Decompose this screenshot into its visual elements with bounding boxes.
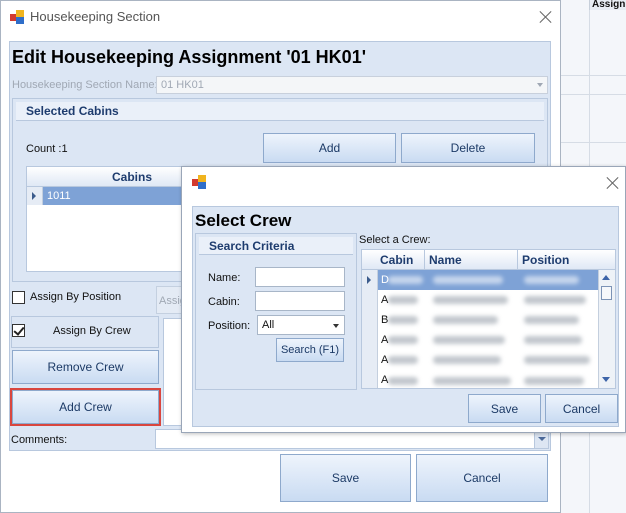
redacted-text — [433, 296, 508, 304]
row-indicator — [27, 187, 43, 205]
redacted-text — [433, 316, 498, 324]
redacted-text — [388, 356, 418, 364]
redacted-text — [388, 296, 418, 304]
background-grid-line — [561, 142, 626, 143]
section-name-select: 01 HK01 — [156, 76, 548, 94]
select-crew-title: Select Crew — [195, 211, 292, 230]
search-button[interactable]: Search (F1) — [276, 338, 344, 362]
comments-label: Comments: — [11, 434, 68, 446]
redacted-text — [388, 336, 418, 344]
redacted-text — [388, 276, 423, 284]
background-column-header: Assign — [589, 0, 626, 10]
crew-save-button-label: Save — [490, 401, 519, 416]
scrollbar-thumb[interactable] — [601, 286, 612, 300]
table-row[interactable]: A — [378, 370, 599, 388]
add-cabin-button-label: Add — [318, 141, 341, 155]
save-button-label: Save — [331, 471, 360, 485]
redacted-text — [433, 276, 503, 284]
scroll-up-icon[interactable] — [602, 275, 610, 280]
background-grid-line — [561, 75, 626, 76]
column-divider — [424, 250, 425, 269]
section-name-label: Housekeeping Section Name: — [12, 79, 158, 91]
position-column-header[interactable]: Position — [522, 253, 569, 267]
title-bar: Housekeeping Section — [1, 1, 560, 32]
crew-grid-header: Cabin Name Position — [362, 250, 615, 270]
table-row[interactable]: A — [378, 290, 599, 310]
selected-cabins-title: Selected Cabins — [16, 102, 544, 121]
cabin-input[interactable] — [255, 291, 345, 311]
search-criteria-group: Search Criteria Name: Cabin: Position: A… — [195, 233, 357, 390]
add-cabin-button[interactable]: Add — [263, 133, 396, 163]
redacted-text — [524, 336, 582, 344]
save-button[interactable]: Save — [280, 454, 411, 502]
select-crew-window: Select Crew Search Criteria Name: Cabin:… — [181, 166, 626, 433]
app-icon — [192, 175, 206, 189]
cabins-column-header[interactable]: Cabins — [112, 170, 152, 184]
cancel-button-label: Cancel — [463, 471, 501, 485]
chevron-down-icon — [333, 324, 339, 328]
chevron-right-icon — [367, 276, 371, 284]
cabin-cell: 1011 — [47, 190, 71, 202]
assign-by-position-checkbox[interactable] — [12, 291, 25, 304]
scroll-down-icon[interactable] — [602, 377, 610, 382]
cancel-button[interactable]: Cancel — [416, 454, 548, 502]
redacted-text — [524, 296, 586, 304]
cabin-label: Cabin: — [208, 296, 240, 308]
crew-save-button[interactable]: Save — [468, 394, 541, 423]
section-name-row: Housekeeping Section Name: 01 HK01 — [12, 76, 548, 94]
name-input[interactable] — [255, 267, 345, 287]
redacted-text — [388, 377, 418, 385]
delete-cabin-button-label: Delete — [450, 141, 486, 155]
table-row[interactable]: B — [378, 310, 599, 330]
close-icon[interactable] — [606, 176, 620, 190]
page-title: Edit Housekeeping Assignment '01 HK01' — [12, 47, 366, 67]
select-a-crew-label: Select a Crew: — [359, 234, 431, 246]
crew-cancel-button[interactable]: Cancel — [545, 394, 618, 423]
crew-grid-scrollbar[interactable] — [598, 270, 615, 388]
cabin-count-label: Count :1 — [26, 143, 68, 155]
chevron-down-icon — [537, 83, 543, 87]
redacted-text — [524, 276, 579, 284]
remove-crew-button[interactable]: Remove Crew — [12, 350, 159, 384]
add-crew-highlight — [10, 388, 161, 426]
select-crew-panel: Select Crew Search Criteria Name: Cabin:… — [192, 206, 619, 427]
position-label: Position: — [208, 320, 251, 332]
row-indicator-column — [362, 270, 378, 388]
background-grid-line — [561, 94, 626, 95]
table-row[interactable]: A — [378, 330, 599, 350]
search-criteria-title: Search Criteria — [199, 237, 353, 255]
table-row[interactable]: A — [378, 350, 599, 370]
redacted-text — [433, 377, 511, 385]
redacted-text — [524, 377, 584, 385]
redacted-text — [433, 356, 501, 364]
crew-cancel-button-label: Cancel — [562, 401, 601, 416]
remove-crew-button-label: Remove Crew — [47, 360, 124, 374]
window-title: Housekeeping Section — [30, 9, 161, 24]
table-row[interactable]: D — [378, 270, 599, 290]
crew-grid: Cabin Name Position D A B A A A — [361, 249, 616, 389]
redacted-text — [524, 356, 590, 364]
redacted-text — [524, 316, 579, 324]
delete-cabin-button[interactable]: Delete — [401, 133, 535, 163]
chevron-down-icon — [538, 437, 546, 441]
redacted-text — [433, 336, 505, 344]
assign-by-position-label: Assign By Position — [30, 291, 122, 303]
name-column-header[interactable]: Name — [429, 253, 462, 267]
redacted-text — [388, 316, 418, 324]
name-label: Name: — [208, 272, 241, 284]
position-select[interactable]: All — [257, 315, 345, 335]
section-name-value: 01 HK01 — [161, 79, 204, 91]
cabin-column-header[interactable]: Cabin — [380, 253, 413, 267]
assign-by-crew-checkbox[interactable] — [12, 324, 25, 337]
app-icon — [10, 10, 24, 24]
column-divider — [517, 250, 518, 269]
position-select-value: All — [262, 319, 275, 331]
assign-by-crew-label: Assign By Crew — [53, 325, 131, 337]
search-button-label: Search (F1) — [280, 344, 340, 356]
close-icon[interactable] — [539, 10, 553, 24]
chevron-right-icon — [32, 192, 36, 200]
